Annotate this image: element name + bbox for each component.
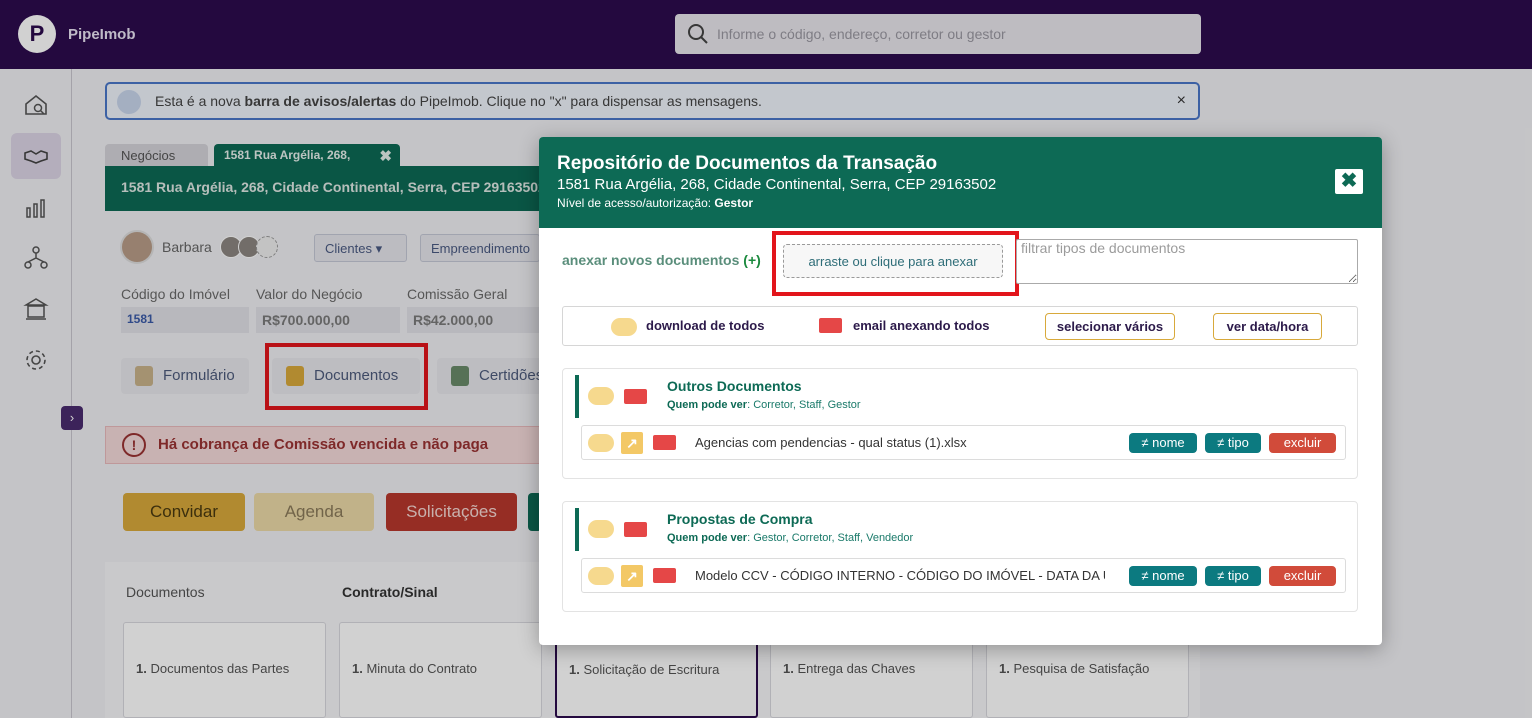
delete-button[interactable]: excluir: [1269, 433, 1336, 453]
highlight-box-dropzone: [772, 231, 1019, 296]
delete-button[interactable]: excluir: [1269, 566, 1336, 586]
email-icon: [819, 318, 842, 333]
section-title: Outros Documentos: [667, 378, 802, 394]
attach-label: anexar novos documentos (+): [562, 252, 761, 268]
section-accent: [575, 375, 579, 418]
documents-modal: Repositório de Documentos da Transação 1…: [539, 137, 1382, 645]
section-visibility: Quem pode ver: Gestor, Corretor, Staff, …: [667, 532, 914, 544]
cloud-download-icon[interactable]: [588, 567, 614, 585]
rename-button[interactable]: ≠ nome: [1129, 433, 1197, 453]
file-name[interactable]: Agencias com pendencias - qual status (1…: [695, 435, 1105, 450]
download-all-button[interactable]: download de todos: [646, 318, 764, 333]
file-row[interactable]: ↗ Modelo CCV - CÓDIGO INTERNO - CÓDIGO D…: [581, 558, 1346, 593]
select-many-button[interactable]: selecionar vários: [1045, 313, 1175, 340]
show-datetime-button[interactable]: ver data/hora: [1213, 313, 1322, 340]
change-type-button[interactable]: ≠ tipo: [1205, 433, 1261, 453]
change-type-button[interactable]: ≠ tipo: [1205, 566, 1261, 586]
cloud-download-icon[interactable]: [588, 434, 614, 452]
email-icon[interactable]: [653, 568, 676, 583]
cloud-download-icon: [611, 318, 637, 336]
section-accent: [575, 508, 579, 551]
modal-address: 1581 Rua Argélia, 268, Cidade Continenta…: [557, 176, 997, 193]
email-icon[interactable]: [624, 522, 647, 537]
documents-toolbar: download de todos email anexando todos s…: [562, 306, 1358, 346]
email-icon[interactable]: [624, 389, 647, 404]
file-name[interactable]: Modelo CCV - CÓDIGO INTERNO - CÓDIGO DO …: [695, 568, 1105, 583]
cloud-download-icon[interactable]: [588, 520, 614, 538]
rename-button[interactable]: ≠ nome: [1129, 566, 1197, 586]
open-external-icon[interactable]: ↗: [621, 565, 643, 587]
doc-section-other: Outros Documentos Quem pode ver: Correto…: [562, 368, 1358, 479]
section-title: Propostas de Compra: [667, 511, 813, 527]
filter-document-types-input[interactable]: [1016, 239, 1358, 284]
section-visibility: Quem pode ver: Corretor, Staff, Gestor: [667, 399, 861, 411]
doc-section-proposals: Propostas de Compra Quem pode ver: Gesto…: [562, 501, 1358, 612]
access-level: Nível de acesso/autorização: Gestor: [557, 196, 754, 210]
modal-header: Repositório de Documentos da Transação 1…: [539, 137, 1382, 228]
modal-close-button[interactable]: ✖: [1335, 169, 1363, 194]
modal-title: Repositório de Documentos da Transação: [557, 153, 938, 174]
email-icon[interactable]: [653, 435, 676, 450]
open-external-icon[interactable]: ↗: [621, 432, 643, 454]
cloud-download-icon[interactable]: [588, 387, 614, 405]
file-row[interactable]: ↗ Agencias com pendencias - qual status …: [581, 425, 1346, 460]
email-all-button[interactable]: email anexando todos: [853, 318, 990, 333]
